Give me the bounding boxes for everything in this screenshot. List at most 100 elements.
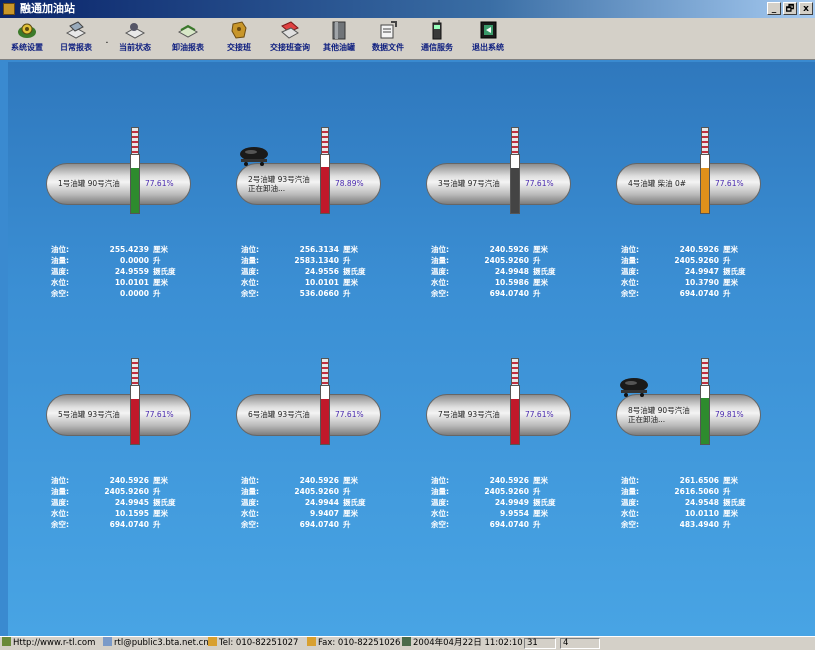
reading-label: 温度:	[621, 267, 639, 276]
toolbar-status-button[interactable]: 当前状态	[112, 20, 158, 58]
reading-unit: 摄氏度	[153, 498, 176, 507]
tank-readings: 油位: 240.5926 厘米 油量: 2405.9260 升温度: 24.9949 摄氏度水…	[431, 475, 571, 530]
reading-row: 温度: 24.9559 摄氏度	[51, 266, 191, 277]
tank-panel[interactable]: 1号油罐 90号汽油 77.61% 油位: 255.4239 厘米 油量: 0.0000 升温…	[46, 116, 191, 316]
toolbar-exit-button[interactable]: 退出系统	[466, 20, 510, 58]
toolbar-other-tanks-button[interactable]: 其他油罐	[319, 20, 359, 58]
reading-row: 水位: 10.0101 厘米	[241, 277, 381, 288]
reading-label: 余空:	[621, 289, 639, 298]
reading-value: 10.0110	[684, 509, 719, 518]
reading-row: 油量: 0.0000 升	[51, 255, 191, 266]
reading-row: 温度: 24.9548 摄氏度	[621, 497, 761, 508]
tank-panel[interactable]: 5号油罐 93号汽油 77.61% 油位: 240.5926 厘米 油量: 2405.926…	[46, 347, 191, 547]
minimize-button[interactable]: _	[767, 2, 781, 15]
reading-row: 油量: 2405.9260 升	[51, 486, 191, 497]
shift-query-icon	[279, 20, 301, 40]
unload-report-icon	[177, 20, 199, 40]
toolbar-comm-button[interactable]: 通信服务	[417, 20, 457, 58]
tank-title: 3号油罐 97号汽油	[438, 179, 500, 188]
reading-value: 0.0000	[120, 256, 149, 265]
tank-title: 2号油罐 93号汽油	[248, 175, 310, 184]
reading-label: 油量:	[431, 487, 449, 496]
reading-label: 温度:	[431, 498, 449, 507]
toolbar-shift-query-button[interactable]: 交接班查询	[265, 20, 315, 58]
reading-value: 240.5926	[299, 476, 339, 485]
reading-value: 24.9945	[114, 498, 149, 507]
reading-value: 10.3790	[684, 278, 719, 287]
toolbar-settings-button[interactable]: 系统设置	[5, 20, 49, 58]
tank-vent-pipe	[511, 358, 519, 386]
tank-title: 5号油罐 93号汽油	[58, 410, 120, 419]
reading-value: 10.5986	[494, 278, 529, 287]
reading-unit: 厘米	[153, 509, 168, 518]
toolbar-label: 当前状态	[119, 43, 151, 52]
toolbar-daily-report-button[interactable]: 日常报表	[52, 20, 100, 58]
reading-row: 余空: 694.0740 升	[431, 288, 571, 299]
tank-percent: 77.61%	[715, 179, 744, 188]
reading-row: 油位: 240.5926 厘米	[51, 475, 191, 486]
reading-unit: 厘米	[343, 245, 358, 254]
tank-name: 5号油罐 93号汽油	[58, 410, 120, 419]
tank-readings: 油位: 240.5926 厘米 油量: 2405.9260 升温度: 24.9945 摄氏度水…	[51, 475, 191, 530]
tank-vent-pipe	[321, 127, 329, 155]
email-text: rtl@public3.bta.net.cn	[114, 638, 209, 648]
reading-row: 余空: 694.0740 升	[241, 519, 381, 530]
reading-unit: 厘米	[343, 278, 358, 287]
tank-readings: 油位: 256.3134 厘米 油量: 2583.1340 升温度: 24.9556 摄氏度水…	[241, 244, 381, 299]
restore-button[interactable]: 🗗	[783, 2, 797, 15]
reading-value: 10.1595	[114, 509, 149, 518]
reading-row: 温度: 24.9556 摄氏度	[241, 266, 381, 277]
reading-unit: 摄氏度	[153, 267, 176, 276]
phone-small-icon	[208, 637, 217, 646]
level-gauge	[320, 385, 330, 445]
tank-panel[interactable]: 3号油罐 97号汽油 77.61% 油位: 240.5926 厘米 油量: 2405.926…	[426, 116, 571, 316]
reading-value: 694.0740	[489, 289, 529, 298]
tank-percent: 79.81%	[715, 410, 744, 419]
reading-value: 2616.5060	[674, 487, 719, 496]
reading-unit: 升	[343, 256, 351, 265]
tank-panel[interactable]: 8号油罐 90号汽油 正在卸油... 79.81% 油位: 261.6506 厘米 油量: 2…	[616, 347, 761, 547]
tank-panel[interactable]: 6号油罐 93号汽油 77.61% 油位: 240.5926 厘米 油量: 2405.926…	[236, 347, 381, 547]
reading-unit: 升	[343, 487, 351, 496]
toolbar-shift-button[interactable]: 交接班	[221, 20, 257, 58]
tanker-truck-icon	[620, 378, 648, 397]
reading-row: 油量: 2405.9260 升	[431, 255, 571, 266]
reading-value: 694.0740	[109, 520, 149, 529]
tank-panel[interactable]: 7号油罐 93号汽油 77.61% 油位: 240.5926 厘米 油量: 2405.926…	[426, 347, 571, 547]
reading-unit: 升	[343, 520, 351, 529]
toolbar: 系统设置 日常报表 · 当前状态 卸油报表 交接班 交接班查询 其他油罐 数据文…	[0, 18, 815, 60]
report-icon	[65, 20, 87, 40]
fax-text: Fax: 010-82251026	[318, 638, 401, 648]
reading-unit: 摄氏度	[533, 498, 556, 507]
window-title: 融通加油站	[20, 2, 75, 15]
reading-unit: 摄氏度	[723, 498, 746, 507]
tank-panel[interactable]: 2号油罐 93号汽油 正在卸油... 78.89% 油位: 256.3134 厘米 油量: 2…	[236, 116, 381, 316]
toolbar-data-file-button[interactable]: 数据文件	[368, 20, 408, 58]
reading-value: 10.0101	[114, 278, 149, 287]
reading-unit: 厘米	[533, 476, 548, 485]
reading-unit: 升	[723, 487, 731, 496]
reading-label: 水位:	[621, 509, 639, 518]
level-gauge	[700, 154, 710, 214]
reading-label: 温度:	[621, 498, 639, 507]
toolbar-label: 交接班	[227, 43, 251, 52]
tank-panel[interactable]: 4号油罐 柴油 0# 77.61% 油位: 240.5926 厘米 油量: 2405.926…	[616, 116, 761, 316]
reading-row: 油位: 240.5926 厘米	[431, 244, 571, 255]
reading-value: 240.5926	[489, 476, 529, 485]
reading-row: 油位: 255.4239 厘米	[51, 244, 191, 255]
fax-icon	[307, 637, 316, 646]
tank-title: 8号油罐 90号汽油	[628, 406, 690, 415]
reading-label: 油量:	[51, 487, 69, 496]
tank-percent: 77.61%	[145, 410, 174, 419]
close-button[interactable]: x	[799, 2, 813, 15]
reading-label: 温度:	[51, 498, 69, 507]
reading-unit: 厘米	[723, 476, 738, 485]
reading-value: 0.0000	[120, 289, 149, 298]
reading-label: 水位:	[51, 509, 69, 518]
reading-label: 油位:	[241, 245, 259, 254]
toolbar-label: 通信服务	[421, 43, 453, 52]
reading-value: 24.9948	[494, 267, 529, 276]
tank-vent-pipe	[321, 358, 329, 386]
reading-label: 油量:	[241, 256, 259, 265]
toolbar-unload-report-button[interactable]: 卸油报表	[165, 20, 211, 58]
